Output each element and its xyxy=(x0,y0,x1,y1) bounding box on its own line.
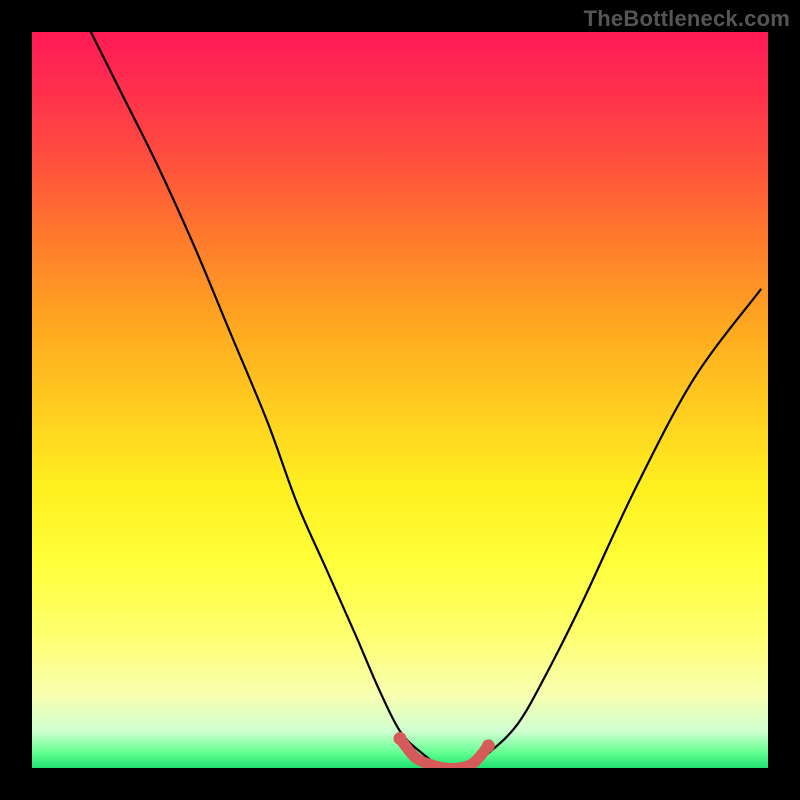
valley-marker xyxy=(400,739,488,768)
valley-endpoint-dot xyxy=(482,739,495,752)
bottleneck-curve xyxy=(91,32,761,768)
valley-endpoint-dot xyxy=(394,732,407,745)
watermark-text: TheBottleneck.com xyxy=(584,6,790,32)
chart-frame: TheBottleneck.com xyxy=(0,0,800,800)
chart-svg xyxy=(32,32,768,768)
plot-area xyxy=(32,32,768,768)
